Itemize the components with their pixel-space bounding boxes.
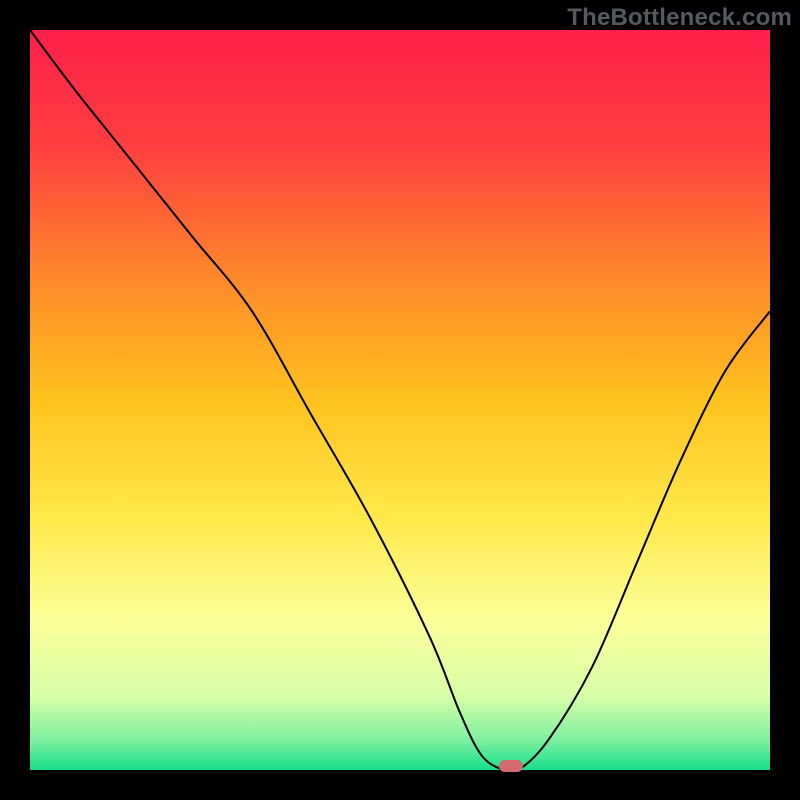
bottleneck-curve (30, 30, 770, 770)
chart-frame: TheBottleneck.com (0, 0, 800, 800)
watermark-text: TheBottleneck.com (567, 4, 792, 32)
plot-area (30, 30, 770, 770)
optimum-marker (499, 760, 523, 772)
